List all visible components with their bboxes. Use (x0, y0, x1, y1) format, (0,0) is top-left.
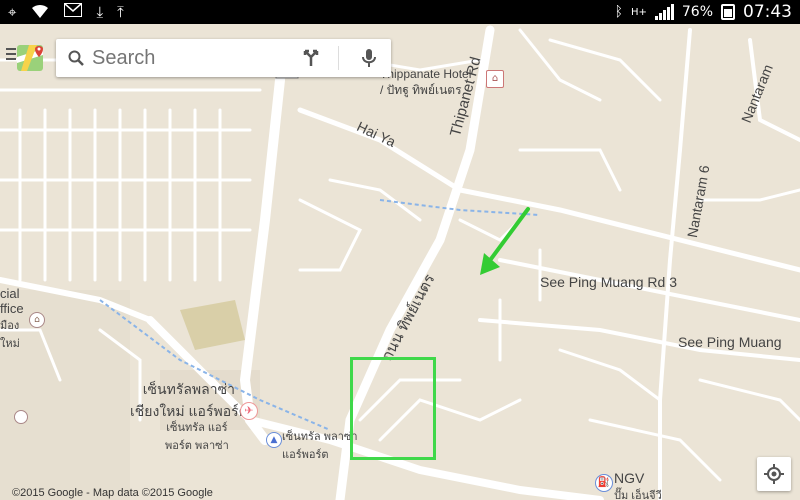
poi-hotel[interactable]: Thippanate Hotel / ปัทฐู ทิพย์เนตร (380, 67, 471, 100)
road-label-see-ping-muang: See Ping Muang (678, 334, 782, 350)
poi-central-small-line2: พอร์ต พลาซ่า (165, 440, 229, 452)
signal-icon (654, 4, 674, 20)
shopping-icon[interactable]: ▲ (266, 432, 282, 448)
annotation-highlight-box (350, 357, 436, 460)
status-bar: ⌖ ⤓ ⤒ ᛒ H+ 76% 07:43 (0, 0, 800, 24)
poi-hotel-thai: / ปัทฐู ทิพย์เนตร (380, 83, 462, 97)
poi-ngv[interactable]: NGV ปั๊ม เอ็นจีวี (614, 470, 662, 500)
poi-ngv-line1: NGV (614, 470, 645, 486)
poi-central-small[interactable]: เซ็นทรัล แอร์ พอร์ต พลาซ่า (165, 418, 229, 454)
hotel-icon[interactable]: ⌂ (486, 70, 504, 88)
upload-icon: ⤒ (117, 3, 124, 21)
poi-central-store-line2: แอร์พอร์ต (282, 449, 329, 461)
government-icon[interactable]: ⌂ (29, 312, 45, 328)
poi-office-line1: cial (0, 286, 20, 301)
network-type: H+ (630, 6, 647, 18)
battery-percent: 76% (681, 4, 713, 20)
poi-marker-icon[interactable] (14, 410, 28, 424)
poi-office-thai2: ใหม่ (0, 338, 20, 350)
wifi-icon (30, 3, 50, 23)
airport-icon[interactable]: ✈ (240, 402, 258, 420)
directions-icon[interactable] (296, 39, 326, 77)
search-input[interactable] (90, 45, 284, 71)
my-location-button[interactable] (757, 457, 791, 491)
gas-station-icon[interactable]: ⛽ (595, 474, 613, 492)
search-bar[interactable] (56, 39, 391, 77)
mic-icon[interactable] (349, 39, 389, 77)
poi-office[interactable]: cial ffice มือง ใหม่ (0, 286, 24, 352)
map-copyright: ©2015 Google - Map data ©2015 Google (12, 487, 213, 499)
road-label-see-ping-muang-3: See Ping Muang Rd 3 (540, 274, 677, 290)
clock: 07:43 (743, 2, 792, 22)
battery-icon (721, 4, 735, 20)
search-divider (338, 46, 339, 70)
poi-central-small-line1: เซ็นทรัล แอร์ (166, 422, 228, 434)
poi-central-plaza[interactable]: เซ็นทรัลพลาซ่า เชียงใหม่ แอร์พอร์ต (130, 379, 248, 423)
poi-central-store-line1: เซ็นทรัล พลาซ่า (282, 431, 358, 443)
annotation-arrow (480, 207, 530, 275)
poi-central-plaza-line1: เซ็นทรัลพลาซ่า (142, 381, 235, 397)
bluetooth-icon: ᛒ (614, 4, 623, 20)
google-maps-logo[interactable] (15, 43, 45, 73)
poi-office-line2: ffice (0, 301, 24, 316)
my-location-icon (764, 464, 784, 484)
poi-central-store[interactable]: เซ็นทรัล พลาซ่า แอร์พอร์ต (282, 427, 358, 463)
search-icon (62, 39, 90, 77)
location-icon: ⌖ (8, 3, 17, 21)
download-icon: ⤓ (96, 3, 104, 21)
gmail-icon (64, 3, 83, 23)
poi-ngv-line2: ปั๊ม เอ็นจีวี (614, 490, 662, 500)
poi-office-thai1: มือง (0, 320, 20, 332)
poi-hotel-name: Thippanate Hotel (380, 67, 472, 81)
